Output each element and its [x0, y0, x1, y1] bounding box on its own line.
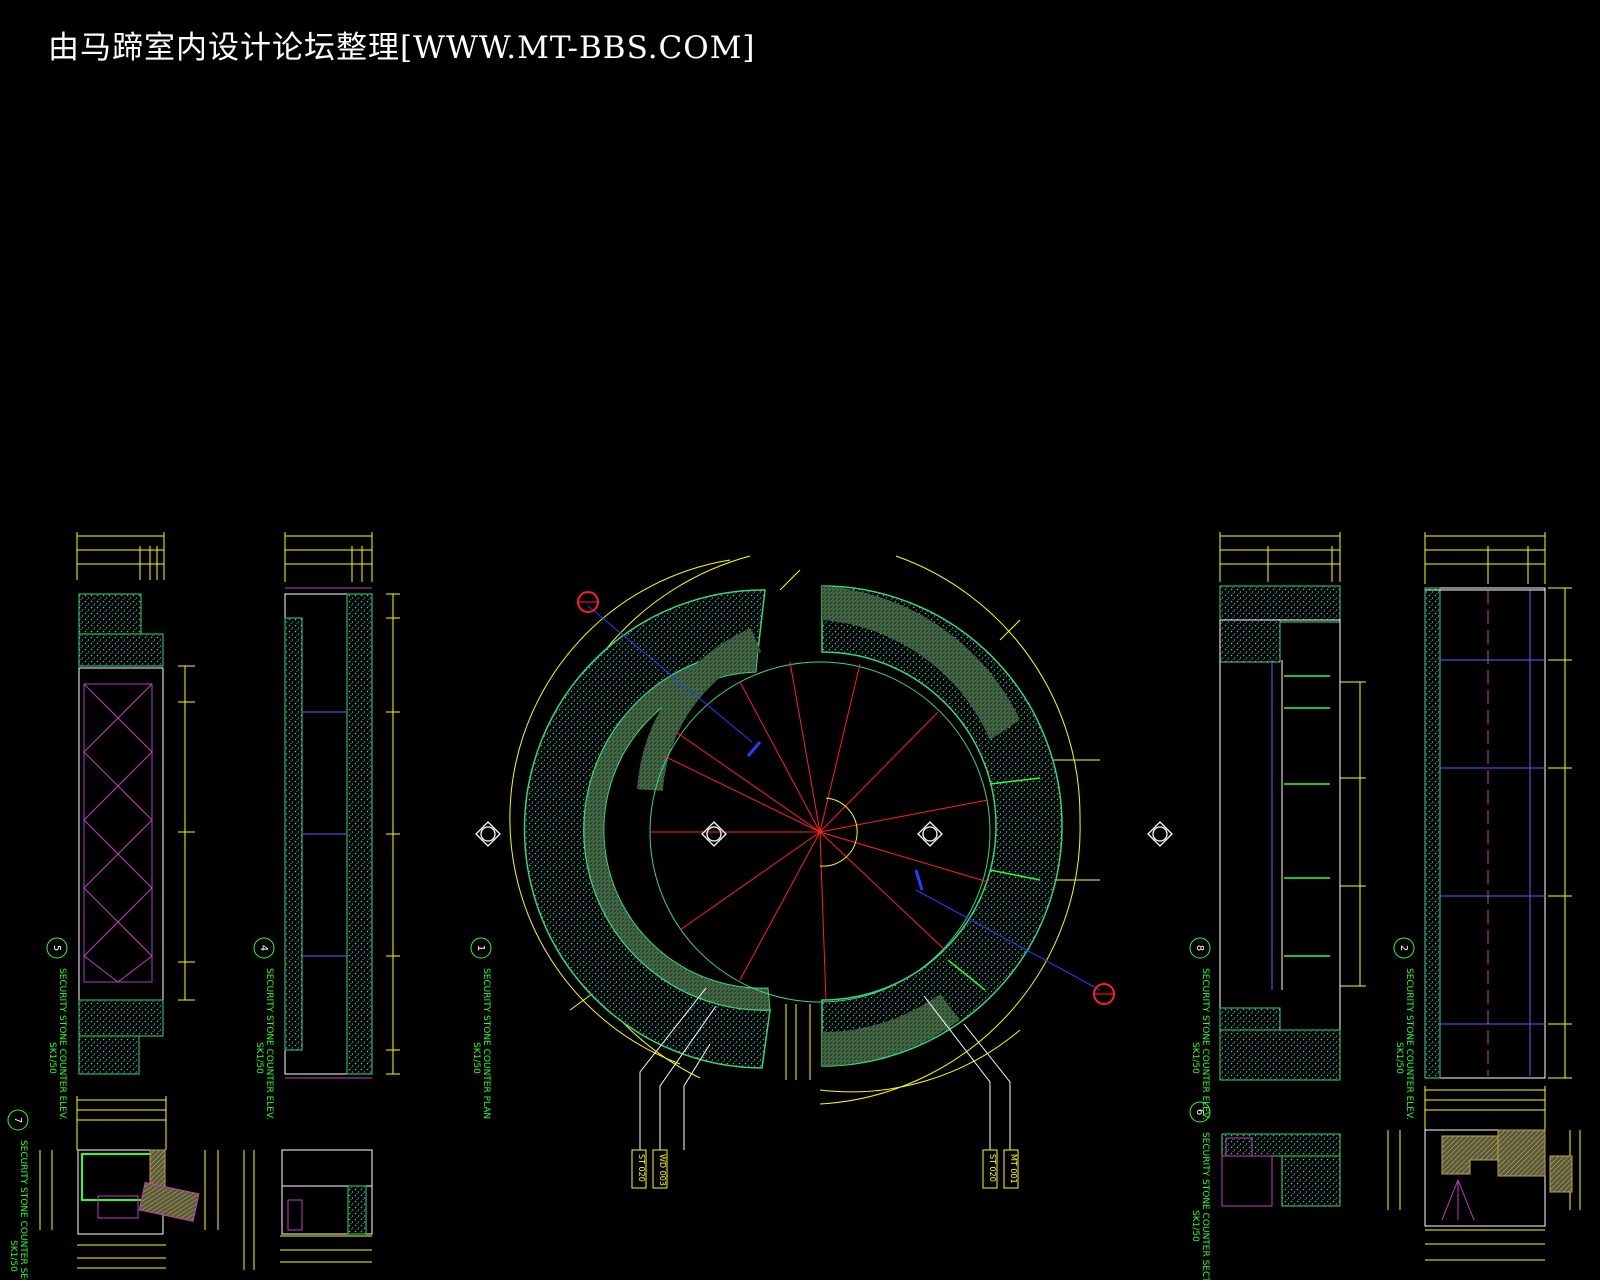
- svg-text:SK1/50: SK1/50: [471, 1042, 481, 1074]
- svg-text:SK1/50: SK1/50: [1190, 1042, 1200, 1074]
- section-7: [39, 1096, 219, 1269]
- svg-text:7: 7: [12, 1117, 23, 1123]
- svg-text:SK1/50: SK1/50: [254, 1042, 264, 1074]
- svg-text:SECURITY STONE COUNTER ELEV.: SECURITY STONE COUNTER ELEV.: [1200, 968, 1210, 1120]
- material-tag-4: MT 001: [1003, 1149, 1019, 1189]
- title-sect7: 7 SECURITY STONE COUNTER SECT. SK1/50: [7, 1109, 29, 1280]
- section-small: [243, 1149, 373, 1270]
- svg-text:6: 6: [1194, 1109, 1205, 1115]
- svg-text:WD 003: WD 003: [658, 1154, 667, 1186]
- material-tag-3: ST 020: [982, 1149, 998, 1189]
- title-elev2: 2 SECURITY STONE COUNTER ELEV. SK1/50: [1393, 937, 1415, 1120]
- elevation-4: [284, 532, 400, 1079]
- svg-text:SK1/50: SK1/50: [47, 1042, 57, 1074]
- title-elev4: 4 SECURITY STONE COUNTER ELEV. SK1/50: [253, 937, 275, 1120]
- svg-text:4: 4: [258, 945, 269, 951]
- svg-text:ST 020: ST 020: [988, 1154, 997, 1182]
- svg-text:SECURITY STONE COUNTER SECT.: SECURITY STONE COUNTER SECT.: [1200, 1132, 1210, 1280]
- title-plan: 1 SECURITY STONE COUNTER PLAN SK1/50: [470, 937, 492, 1119]
- cad-drawing-sheet: 5 SECURITY STONE COUNTER ELEV. SK1/50 4 …: [7, 532, 1581, 1280]
- material-tag-2: WD 003: [652, 1149, 668, 1189]
- svg-text:SECURITY STONE COUNTER ELEV.: SECURITY STONE COUNTER ELEV.: [1404, 968, 1414, 1120]
- elevation-5: [76, 532, 195, 1075]
- elevation-2: [1424, 532, 1572, 1079]
- elevation-8: [1219, 532, 1366, 1081]
- svg-text:2: 2: [1398, 945, 1409, 951]
- svg-text:5: 5: [51, 945, 62, 951]
- section-marker-red-bottom: [1093, 983, 1115, 1005]
- title-sect6: 6 SECURITY STONE COUNTER SECT. SK1/50: [1189, 1101, 1211, 1280]
- counter-plan: [475, 555, 1173, 1150]
- section-6: [1221, 1133, 1341, 1207]
- elev5-frame: [78, 667, 164, 1001]
- elev5-panel-diagonals: [83, 683, 153, 983]
- svg-text:SK1/50: SK1/50: [1190, 1210, 1200, 1242]
- section-marker-red-top: [577, 591, 599, 613]
- title-elev5: 5 SECURITY STONE COUNTER ELEV. SK1/50: [46, 937, 68, 1120]
- material-tag-1: ST 020: [631, 1149, 647, 1189]
- svg-text:SK1/50: SK1/50: [1394, 1042, 1404, 1074]
- svg-text:SECURITY STONE COUNTER ELEV.: SECURITY STONE COUNTER ELEV.: [57, 968, 67, 1120]
- title-elev8: 8 SECURITY STONE COUNTER ELEV. SK1/50: [1189, 937, 1211, 1120]
- section-right: [1387, 1086, 1581, 1261]
- svg-text:8: 8: [1194, 945, 1205, 951]
- svg-text:SECURITY STONE COUNTER PLAN: SECURITY STONE COUNTER PLAN: [481, 968, 491, 1119]
- svg-text:SECURITY STONE COUNTER ELEV.: SECURITY STONE COUNTER ELEV.: [264, 968, 274, 1120]
- svg-text:SK1/50: SK1/50: [8, 1240, 18, 1272]
- svg-text:1: 1: [475, 945, 486, 951]
- svg-text:ST 020: ST 020: [637, 1154, 646, 1182]
- svg-text:MT 001: MT 001: [1009, 1154, 1018, 1184]
- elev2-frame: [1424, 587, 1546, 1079]
- svg-text:SECURITY STONE COUNTER SECT.: SECURITY STONE COUNTER SECT.: [18, 1140, 28, 1280]
